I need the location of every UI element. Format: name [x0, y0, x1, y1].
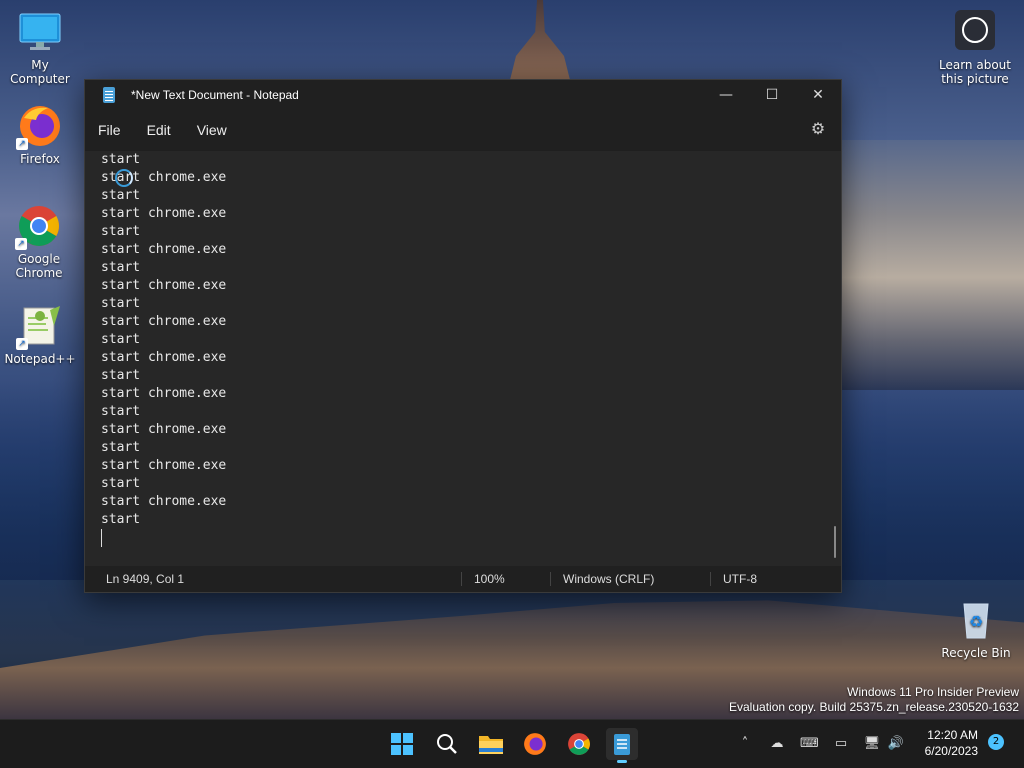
learn-about-picture[interactable]: Learn about this picture — [935, 10, 1015, 86]
text-editor[interactable]: start start chrome.exe start start chrome.e… — [85, 151, 841, 567]
desktop-icon-label: Firefox — [20, 152, 60, 166]
network-icon[interactable]: 🖥 — [863, 736, 881, 752]
watermark-line-2: Evaluation copy. Build 25375.zn_release.… — [729, 700, 1019, 714]
notepad-taskbar-button[interactable] — [606, 728, 638, 763]
desktop-icon-firefox[interactable]: ↗ Firefox — [0, 104, 80, 166]
editor-line: start — [101, 188, 141, 203]
zoom-level: 100% — [474, 572, 505, 586]
camera-lens-icon — [955, 10, 995, 50]
volume-icon[interactable]: 🔊 — [887, 736, 905, 752]
desktop-icon-label: Notepad++ — [4, 352, 76, 366]
editor-line: start — [101, 368, 141, 383]
editor-line: start — [101, 404, 141, 419]
editor-line: start chrome.exe — [101, 422, 227, 437]
svg-text:♻: ♻ — [969, 612, 983, 631]
desktop-icon-my-computer[interactable]: My Computer — [0, 10, 80, 86]
keyboard-icon[interactable]: ⌨ — [800, 736, 819, 752]
menu-edit[interactable]: Edit — [134, 122, 184, 138]
editor-lines: start start chrome.exe start start chrome.e… — [101, 151, 226, 547]
status-divider — [710, 572, 711, 586]
search-icon — [437, 734, 457, 754]
editor-line: start — [101, 260, 141, 275]
status-divider — [461, 572, 462, 586]
notepad-app-icon — [103, 87, 115, 103]
gear-icon[interactable]: ⚙ — [809, 121, 827, 139]
watermark-line-1: Windows 11 Pro Insider Preview — [847, 685, 1019, 699]
close-button[interactable]: ✕ — [795, 80, 841, 110]
line-ending: Windows (CRLF) — [563, 572, 655, 586]
firefox-icon — [524, 733, 546, 755]
chevron-up-icon[interactable]: ˄ — [736, 736, 754, 752]
shortcut-arrow-icon: ↗ — [16, 338, 28, 350]
editor-line: start — [101, 224, 141, 239]
editor-line: start chrome.exe — [101, 206, 227, 221]
firefox-icon: ↗ — [16, 104, 62, 150]
status-divider — [550, 572, 551, 586]
chrome-icon: ↗ — [15, 204, 61, 250]
window-title: *New Text Document - Notepad — [131, 88, 299, 102]
editor-line: start chrome.exe — [101, 458, 227, 473]
editor-line: start chrome.exe — [101, 314, 227, 329]
desktop-icon-google-chrome[interactable]: ↗ Google Chrome — [0, 204, 78, 280]
wallpaper-city — [840, 140, 1024, 390]
wallpaper-dome — [510, 0, 570, 80]
notepad-window[interactable]: *New Text Document - Notepad — ☐ ✕ File … — [84, 79, 842, 593]
text-caret — [101, 529, 102, 547]
firefox-taskbar-button[interactable] — [519, 728, 551, 760]
editor-line: start chrome.exe — [101, 494, 227, 509]
chrome-taskbar-button[interactable] — [563, 728, 595, 760]
folder-icon — [479, 736, 503, 754]
shortcut-arrow-icon: ↗ — [16, 138, 28, 150]
editor-line: start — [101, 296, 141, 311]
file-explorer-button[interactable] — [475, 728, 507, 760]
cloud-offline-icon[interactable]: ☁ — [768, 736, 786, 752]
clock[interactable]: 12:20 AM 6/20/2023 — [925, 727, 978, 759]
recycle-bin-icon: ♻ — [954, 598, 998, 642]
chrome-icon — [568, 733, 590, 755]
taskbar: ˄ ☁ ⌨ ▭ 🖥 🔊 12:20 AM 6/20/2023 2 — [0, 719, 1024, 768]
vertical-scrollbar[interactable] — [834, 526, 836, 558]
shortcut-arrow-icon: ↗ — [15, 238, 27, 250]
monitor-icon — [18, 10, 62, 54]
menu-bar: File Edit View ⚙ — [85, 110, 841, 150]
editor-line: start chrome.exe — [101, 242, 227, 257]
editor-line: start — [101, 440, 141, 455]
learn-about-picture-label: Learn about this picture — [939, 58, 1011, 86]
editor-line: start chrome.exe — [101, 350, 227, 365]
clock-date: 6/20/2023 — [924, 744, 978, 758]
editor-line: start — [101, 152, 141, 167]
notepad-plus-plus-icon: ↗ — [16, 304, 62, 350]
windows-logo-icon — [391, 733, 413, 755]
notification-badge[interactable]: 2 — [988, 734, 1004, 750]
minimize-button[interactable]: — — [703, 80, 749, 110]
clock-time: 12:20 AM — [927, 728, 978, 742]
desktop-icon-label: Recycle Bin — [941, 646, 1011, 660]
editor-line: start — [101, 476, 141, 491]
status-bar: Ln 9409, Col 1 100% Windows (CRLF) UTF-8 — [85, 566, 841, 592]
menu-view[interactable]: View — [184, 122, 240, 138]
display-icon[interactable]: ▭ — [832, 736, 850, 752]
desktop-icon-recycle-bin[interactable]: ♻ Recycle Bin — [936, 598, 1016, 660]
desktop-icon-label: Google Chrome — [15, 252, 63, 280]
encoding: UTF-8 — [723, 572, 757, 586]
busy-cursor-icon — [115, 169, 133, 187]
editor-line: start — [101, 512, 141, 527]
search-button[interactable] — [431, 728, 463, 760]
windows-watermark: Windows 11 Pro Insider Preview Evaluatio… — [729, 685, 1019, 715]
editor-line: start chrome.exe — [101, 278, 227, 293]
desktop-icon-label: My Computer — [10, 58, 70, 86]
title-bar[interactable]: *New Text Document - Notepad — ☐ ✕ — [85, 80, 841, 110]
menu-file[interactable]: File — [85, 122, 134, 138]
caret-line — [101, 529, 226, 547]
start-button[interactable] — [386, 728, 418, 760]
notepad-icon — [614, 734, 630, 755]
maximize-button[interactable]: ☐ — [749, 80, 795, 110]
editor-line: start chrome.exe — [101, 386, 227, 401]
cursor-position: Ln 9409, Col 1 — [106, 572, 185, 586]
desktop-icon-notepad-plus-plus[interactable]: ↗ Notepad++ — [0, 304, 80, 366]
editor-line: start — [101, 332, 141, 347]
